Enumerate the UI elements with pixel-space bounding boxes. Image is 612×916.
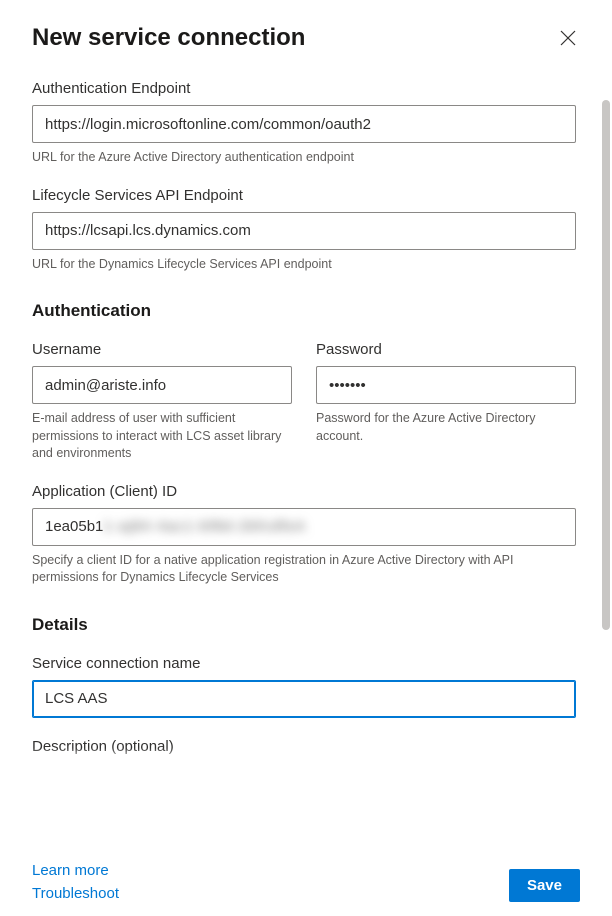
description-label: Description (optional) [32, 738, 576, 755]
appid-obscured: 1-aj84-4ac1-bf8d-2bfcdfeA [103, 518, 306, 535]
lcs-endpoint-label: Lifecycle Services API Endpoint [32, 187, 576, 204]
dialog-title: New service connection [32, 24, 305, 52]
username-input[interactable] [32, 366, 292, 404]
dialog-body: Authentication Endpoint URL for the Azur… [32, 80, 580, 916]
connection-name-input[interactable] [32, 680, 576, 718]
appid-field: Application (Client) ID 1ea05b11-aj84-4a… [32, 483, 576, 587]
dialog-footer: Learn more Troubleshoot Save [32, 862, 580, 902]
auth-endpoint-label: Authentication Endpoint [32, 80, 576, 97]
password-field: Password Password for the Azure Active D… [316, 341, 576, 463]
username-field: Username E-mail address of user with suf… [32, 341, 292, 463]
password-help: Password for the Azure Active Directory … [316, 410, 576, 445]
lcs-endpoint-help: URL for the Dynamics Lifecycle Services … [32, 256, 576, 274]
auth-endpoint-input[interactable] [32, 105, 576, 143]
learn-more-link[interactable]: Learn more [32, 862, 119, 879]
close-icon [559, 29, 577, 47]
lcs-endpoint-input[interactable] [32, 212, 576, 250]
username-help: E-mail address of user with sufficient p… [32, 410, 292, 463]
footer-links: Learn more Troubleshoot [32, 862, 119, 902]
dialog-header: New service connection [32, 24, 580, 52]
password-label: Password [316, 341, 576, 358]
credentials-row: Username E-mail address of user with suf… [32, 341, 576, 483]
close-button[interactable] [556, 26, 580, 50]
auth-endpoint-help: URL for the Azure Active Directory authe… [32, 149, 576, 167]
password-input[interactable] [316, 366, 576, 404]
auth-endpoint-field: Authentication Endpoint URL for the Azur… [32, 80, 576, 167]
username-label: Username [32, 341, 292, 358]
save-button[interactable]: Save [509, 869, 580, 902]
authentication-heading: Authentication [32, 301, 576, 321]
details-heading: Details [32, 615, 576, 635]
description-label-wrap: Description (optional) [32, 738, 576, 760]
appid-help: Specify a client ID for a native applica… [32, 552, 576, 587]
connection-name-field: Service connection name [32, 655, 576, 718]
lcs-endpoint-field: Lifecycle Services API Endpoint URL for … [32, 187, 576, 274]
troubleshoot-link[interactable]: Troubleshoot [32, 885, 119, 902]
appid-prefix: 1ea05b1 [45, 518, 103, 535]
connection-name-label: Service connection name [32, 655, 576, 672]
appid-input[interactable]: 1ea05b11-aj84-4ac1-bf8d-2bfcdfeA [32, 508, 576, 546]
scrollbar-thumb[interactable] [602, 100, 610, 630]
appid-label: Application (Client) ID [32, 483, 576, 500]
service-connection-dialog: New service connection Authentication En… [0, 0, 612, 916]
